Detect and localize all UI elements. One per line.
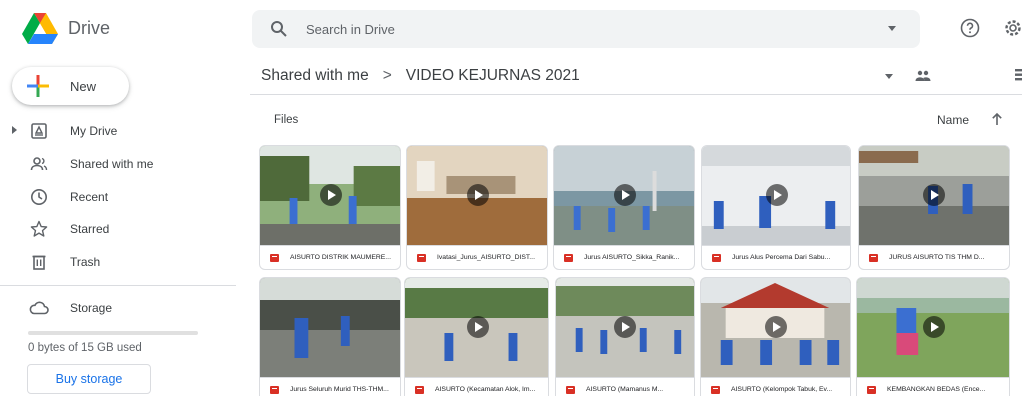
video-file-icon xyxy=(415,386,424,394)
drive-logo-icon[interactable] xyxy=(22,13,58,45)
file-card[interactable]: Jurus AISURTO_Sikka_Ranik... xyxy=(553,145,695,270)
breadcrumb-item-shared[interactable]: Shared with me xyxy=(261,67,369,85)
file-name: Ivatasi_Jurus_AISURTO_DIST... xyxy=(437,254,535,261)
video-file-icon xyxy=(712,254,721,262)
file-card[interactable]: JURUS AISURTO TIS THM D... xyxy=(858,145,1010,270)
video-file-icon xyxy=(867,386,876,394)
file-caption: AISURTO (Kecamatan Alok, Im... xyxy=(405,377,548,396)
video-file-icon xyxy=(869,254,878,262)
file-card[interactable]: Jurus Alus Percema Dari Sabu... xyxy=(701,145,851,270)
video-file-icon xyxy=(417,254,426,262)
play-icon[interactable] xyxy=(614,316,636,338)
file-name: Jurus Alus Percema Dari Sabu... xyxy=(732,254,831,261)
my-drive-icon xyxy=(31,123,47,139)
file-caption: Jurus AISURTO_Sikka_Ranik... xyxy=(554,245,694,269)
shared-people-icon[interactable] xyxy=(914,69,932,85)
file-name: AISURTO (Kelompok Tabuk, Ev... xyxy=(731,386,833,393)
play-icon[interactable] xyxy=(467,316,489,338)
play-icon[interactable] xyxy=(320,184,342,206)
file-name: AISURTO DISTRIK MAUMERE... xyxy=(290,254,391,261)
clock-icon xyxy=(31,189,47,205)
sort-by-name-button[interactable]: Name xyxy=(937,113,969,127)
play-icon[interactable] xyxy=(614,184,636,206)
play-icon[interactable] xyxy=(923,316,945,338)
play-icon[interactable] xyxy=(765,316,787,338)
storage-progress-bar xyxy=(28,331,198,335)
file-caption: Ivatasi_Jurus_AISURTO_DIST... xyxy=(407,245,547,269)
file-card[interactable]: AISURTO DISTRIK MAUMERE... xyxy=(259,145,401,270)
storage-usage-text: 0 bytes of 15 GB used xyxy=(28,342,142,354)
sidebar-item-label: Starred xyxy=(70,222,110,236)
cloud-icon xyxy=(29,301,49,315)
play-icon[interactable] xyxy=(467,184,489,206)
file-caption: Jurus Seluruh Murid THS-THM... xyxy=(260,377,400,396)
video-thumbnail xyxy=(260,278,400,377)
plus-icon xyxy=(27,75,49,97)
sidebar-item-label: Recent xyxy=(70,190,109,204)
search-options-chevron-down-icon[interactable] xyxy=(888,26,896,31)
video-file-icon xyxy=(564,254,573,262)
sidebar-item-my-drive[interactable]: My Drive xyxy=(0,116,240,146)
file-name: AISURTO (Mamanus M... xyxy=(586,386,664,393)
gear-icon[interactable] xyxy=(1003,18,1022,38)
file-card[interactable]: KEMBANGKAN BEDAS (Ence... xyxy=(856,277,1010,396)
file-card[interactable]: AISURTO (Mamanus M... xyxy=(555,277,695,396)
breadcrumb-separator: > xyxy=(382,67,392,84)
file-caption: AISURTO (Mamanus M... xyxy=(556,377,694,396)
file-caption: KEMBANGKAN BEDAS (Ence... xyxy=(857,377,1009,396)
search-input[interactable] xyxy=(306,10,866,48)
sidebar-item-starred[interactable]: Starred xyxy=(0,214,240,244)
file-name: KEMBANGKAN BEDAS (Ence... xyxy=(887,386,986,393)
sidebar-item-label: Shared with me xyxy=(70,157,154,171)
sort-direction-arrow-up-icon[interactable] xyxy=(991,112,1003,126)
app-name[interactable]: Drive xyxy=(68,18,110,39)
sidebar-item-storage[interactable]: Storage xyxy=(0,293,240,323)
file-name: Jurus AISURTO_Sikka_Ranik... xyxy=(584,254,680,261)
new-button[interactable]: New xyxy=(12,67,129,105)
file-name: AISURTO (Kecamatan Alok, Im... xyxy=(435,386,536,393)
video-file-icon xyxy=(270,254,279,262)
sidebar-divider xyxy=(0,285,236,286)
video-file-icon xyxy=(566,386,575,394)
file-card[interactable]: AISURTO (Kelompok Tabuk, Ev... xyxy=(700,277,851,396)
breadcrumb: Shared with me > VIDEO KEJURNAS 2021 xyxy=(261,67,580,85)
file-card[interactable]: AISURTO (Kecamatan Alok, Im... xyxy=(404,277,549,396)
people-icon xyxy=(30,157,48,171)
trash-icon xyxy=(32,255,46,270)
file-name: JURUS AISURTO TIS THM D... xyxy=(889,254,985,261)
search-bar[interactable] xyxy=(252,10,920,48)
file-caption: JURUS AISURTO TIS THM D... xyxy=(859,245,1009,269)
file-caption: AISURTO DISTRIK MAUMERE... xyxy=(260,245,400,269)
file-card[interactable]: Jurus Seluruh Murid THS-THM... xyxy=(259,277,401,396)
file-name: Jurus Seluruh Murid THS-THM... xyxy=(290,386,389,393)
expand-caret-icon[interactable] xyxy=(12,126,17,134)
star-icon xyxy=(30,220,48,237)
folder-menu-chevron-down-icon[interactable] xyxy=(885,74,893,79)
video-file-icon xyxy=(711,386,720,394)
view-toggle-icon[interactable] xyxy=(1015,68,1022,82)
sidebar-item-shared-with-me[interactable]: Shared with me xyxy=(0,149,240,179)
section-title-files: Files xyxy=(274,114,299,126)
help-icon[interactable] xyxy=(960,18,980,38)
search-icon[interactable] xyxy=(270,20,288,38)
sidebar-item-label: Trash xyxy=(70,255,101,269)
video-file-icon xyxy=(270,386,279,394)
top-bar: Drive xyxy=(0,0,1022,58)
breadcrumb-item-current-folder[interactable]: VIDEO KEJURNAS 2021 xyxy=(406,67,580,85)
sidebar-item-trash[interactable]: Trash xyxy=(0,247,240,277)
buy-storage-button[interactable]: Buy storage xyxy=(27,364,151,394)
sidebar-item-label: Storage xyxy=(70,301,113,315)
sidebar-item-recent[interactable]: Recent xyxy=(0,182,240,212)
file-caption: AISURTO (Kelompok Tabuk, Ev... xyxy=(701,377,850,396)
sidebar-item-label: My Drive xyxy=(70,124,118,138)
file-card[interactable]: Ivatasi_Jurus_AISURTO_DIST... xyxy=(406,145,548,270)
play-icon[interactable] xyxy=(923,184,945,206)
main-divider xyxy=(250,94,1022,95)
file-caption: Jurus Alus Percema Dari Sabu... xyxy=(702,245,850,269)
play-icon[interactable] xyxy=(766,184,788,206)
new-button-label: New xyxy=(70,79,97,94)
